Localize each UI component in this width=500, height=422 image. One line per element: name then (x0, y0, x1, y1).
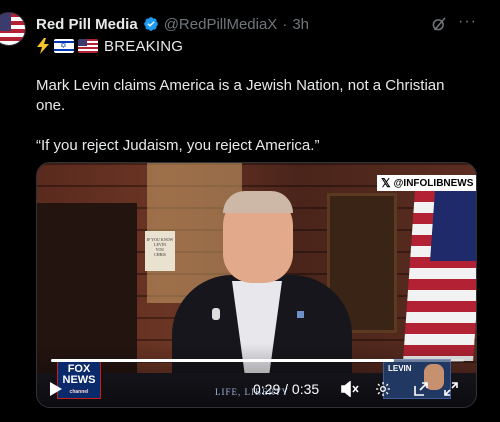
source-watermark: 𝕏 @INFOLIBNEWS (377, 175, 476, 191)
desk-sign: IF YOU KNOW LEVIN YOU CHRIS (145, 231, 175, 271)
american-flag (403, 191, 476, 361)
lapel-flag-pin (297, 311, 304, 318)
volume-muted-icon[interactable] (341, 380, 359, 398)
lapel-pin (212, 308, 220, 320)
fox-logo-sub: channel (69, 389, 89, 395)
fullscreen-icon[interactable] (443, 381, 459, 397)
x-logo-icon: 𝕏 (381, 176, 391, 190)
video-player[interactable]: IF YOU KNOW LEVIN YOU CHRIS 𝕏 @INFOLIBNE… (36, 162, 477, 408)
post-body-paragraph-2: “If you reject Judaism, you reject Ameri… (36, 137, 320, 154)
israel-flag-icon: ✡ (54, 39, 74, 53)
breaking-label: BREAKING (104, 37, 184, 55)
separator-dot: · (282, 15, 288, 33)
fox-logo-line-2: NEWS (62, 374, 96, 386)
tagline: ✡ BREAKING (36, 36, 183, 56)
grok-icon[interactable] (430, 15, 448, 33)
fox-news-logo: FOX NEWS channel (57, 359, 101, 399)
lightning-bolt-icon (36, 38, 50, 54)
post-body-paragraph-1: Mark Levin claims America is a Jewish Na… (36, 77, 445, 114)
video-progress-bar[interactable] (51, 359, 464, 362)
author-handle[interactable]: @RedPillMediaX (164, 16, 278, 33)
pip-label: LEVIN (388, 364, 412, 373)
author-display-name[interactable]: Red Pill Media (36, 16, 138, 33)
desk-sign-text: IF YOU KNOW LEVIN YOU CHRIS (146, 237, 174, 257)
post-card[interactable]: Red Pill Media @RedPillMediaX · 3h ··· ✡… (0, 0, 500, 422)
post-body: Mark Levin claims America is a Jewish Na… (36, 76, 476, 156)
settings-gear-icon[interactable] (375, 381, 391, 397)
video-time-readout: 0:29 / 0:35 (253, 381, 320, 397)
more-icon[interactable]: ··· (458, 14, 476, 32)
picture-in-picture-icon[interactable] (413, 381, 429, 397)
avatar[interactable] (0, 12, 26, 46)
avatar-flag-canton (0, 13, 11, 31)
post-time[interactable]: 3h (292, 16, 309, 33)
post-header: Red Pill Media @RedPillMediaX · 3h (36, 14, 309, 34)
us-flag-icon (78, 39, 98, 53)
host-hair (223, 191, 293, 213)
verified-badge-icon (143, 16, 159, 32)
watermark-handle: @INFOLIBNEWS (393, 177, 474, 189)
video-progress-fill (51, 359, 394, 362)
play-icon[interactable] (49, 381, 63, 397)
